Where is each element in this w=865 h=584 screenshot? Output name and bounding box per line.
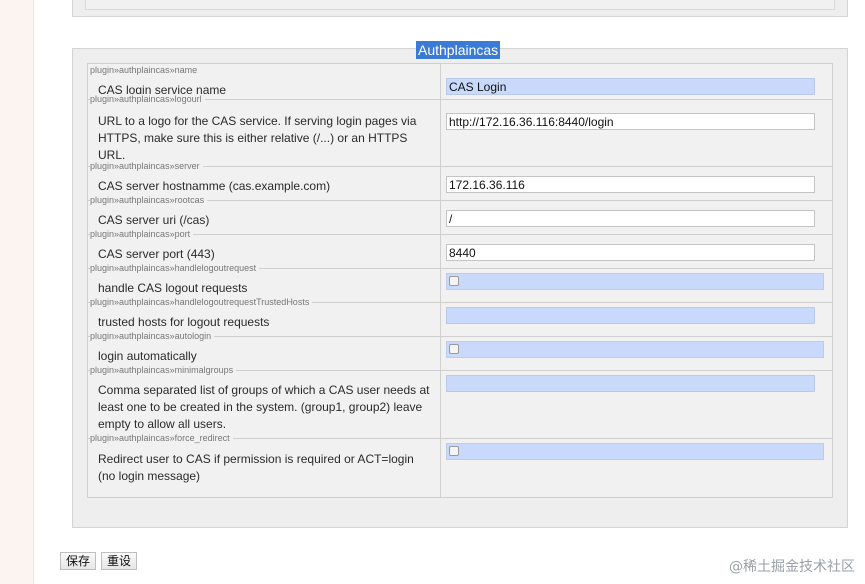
setting-description: Comma separated list of groups of which … bbox=[98, 383, 430, 431]
handle-logout-checkbox-cell bbox=[446, 273, 824, 290]
setting-row-minimalgroups: plugin»authplaincas»minimalgroups Comma … bbox=[88, 365, 832, 438]
setting-key: plugin»authplaincas»force_redirect bbox=[90, 433, 233, 444]
previous-section-table bbox=[85, 0, 835, 10]
setting-description: URL to a logo for the CAS service. If se… bbox=[98, 114, 417, 162]
setting-description: CAS server hostnamme (cas.example.com) bbox=[98, 179, 331, 193]
setting-row-forceredirect: plugin»authplaincas»force_redirect Redir… bbox=[88, 433, 832, 497]
setting-key: plugin»authplaincas»server bbox=[90, 161, 203, 172]
setting-description: CAS server port (443) bbox=[98, 247, 215, 261]
setting-description: handle CAS logout requests bbox=[98, 281, 248, 295]
logo-url-input[interactable] bbox=[446, 113, 815, 130]
setting-description: CAS server uri (/cas) bbox=[98, 213, 210, 227]
setting-row-rootcas: plugin»authplaincas»rootcas CAS server u… bbox=[88, 195, 832, 234]
cas-login-service-name-input[interactable] bbox=[446, 78, 815, 95]
left-margin-strip bbox=[0, 0, 34, 584]
minimal-groups-input[interactable] bbox=[446, 375, 815, 392]
section-title: Authplaincas bbox=[416, 41, 501, 59]
force-redirect-checkbox[interactable] bbox=[449, 446, 459, 456]
setting-description: Redirect user to CAS if permission is re… bbox=[98, 452, 414, 483]
setting-key: plugin»authplaincas»minimalgroups bbox=[90, 365, 237, 376]
setting-key: plugin»authplaincas»name bbox=[90, 65, 201, 76]
cas-server-port-input[interactable] bbox=[446, 244, 815, 261]
setting-key: plugin»authplaincas»handlelogoutrequest bbox=[90, 263, 260, 274]
authplaincas-section: Authplaincas plugin»authplaincas»name CA… bbox=[72, 41, 848, 528]
autologin-checkbox-cell bbox=[446, 341, 824, 358]
settings-table: plugin»authplaincas»name CAS login servi… bbox=[87, 63, 833, 498]
trusted-hosts-input[interactable] bbox=[446, 307, 815, 324]
cas-server-uri-input[interactable] bbox=[446, 210, 815, 227]
previous-section-panel bbox=[72, 0, 848, 17]
setting-key: plugin»authplaincas»handlelogoutrequestT… bbox=[90, 297, 313, 308]
handle-logout-requests-checkbox[interactable] bbox=[449, 276, 459, 286]
login-automatically-checkbox[interactable] bbox=[449, 344, 459, 354]
setting-key: plugin»authplaincas»rootcas bbox=[90, 195, 208, 206]
reset-button[interactable]: 重设 bbox=[101, 552, 138, 570]
setting-description: trusted hosts for logout requests bbox=[98, 315, 270, 329]
setting-key: plugin»authplaincas»logourl bbox=[90, 94, 205, 105]
save-button[interactable]: 保存 bbox=[60, 552, 97, 570]
cas-server-hostname-input[interactable] bbox=[446, 176, 815, 193]
setting-key: plugin»authplaincas»autologin bbox=[90, 331, 215, 342]
setting-row-logourl: plugin»authplaincas»logourl URL to a log… bbox=[88, 94, 832, 166]
force-redirect-checkbox-cell bbox=[446, 443, 824, 460]
setting-key: plugin»authplaincas»port bbox=[90, 229, 194, 240]
watermark: @稀土掘金技术社区 bbox=[729, 559, 855, 575]
setting-description: login automatically bbox=[98, 349, 197, 363]
